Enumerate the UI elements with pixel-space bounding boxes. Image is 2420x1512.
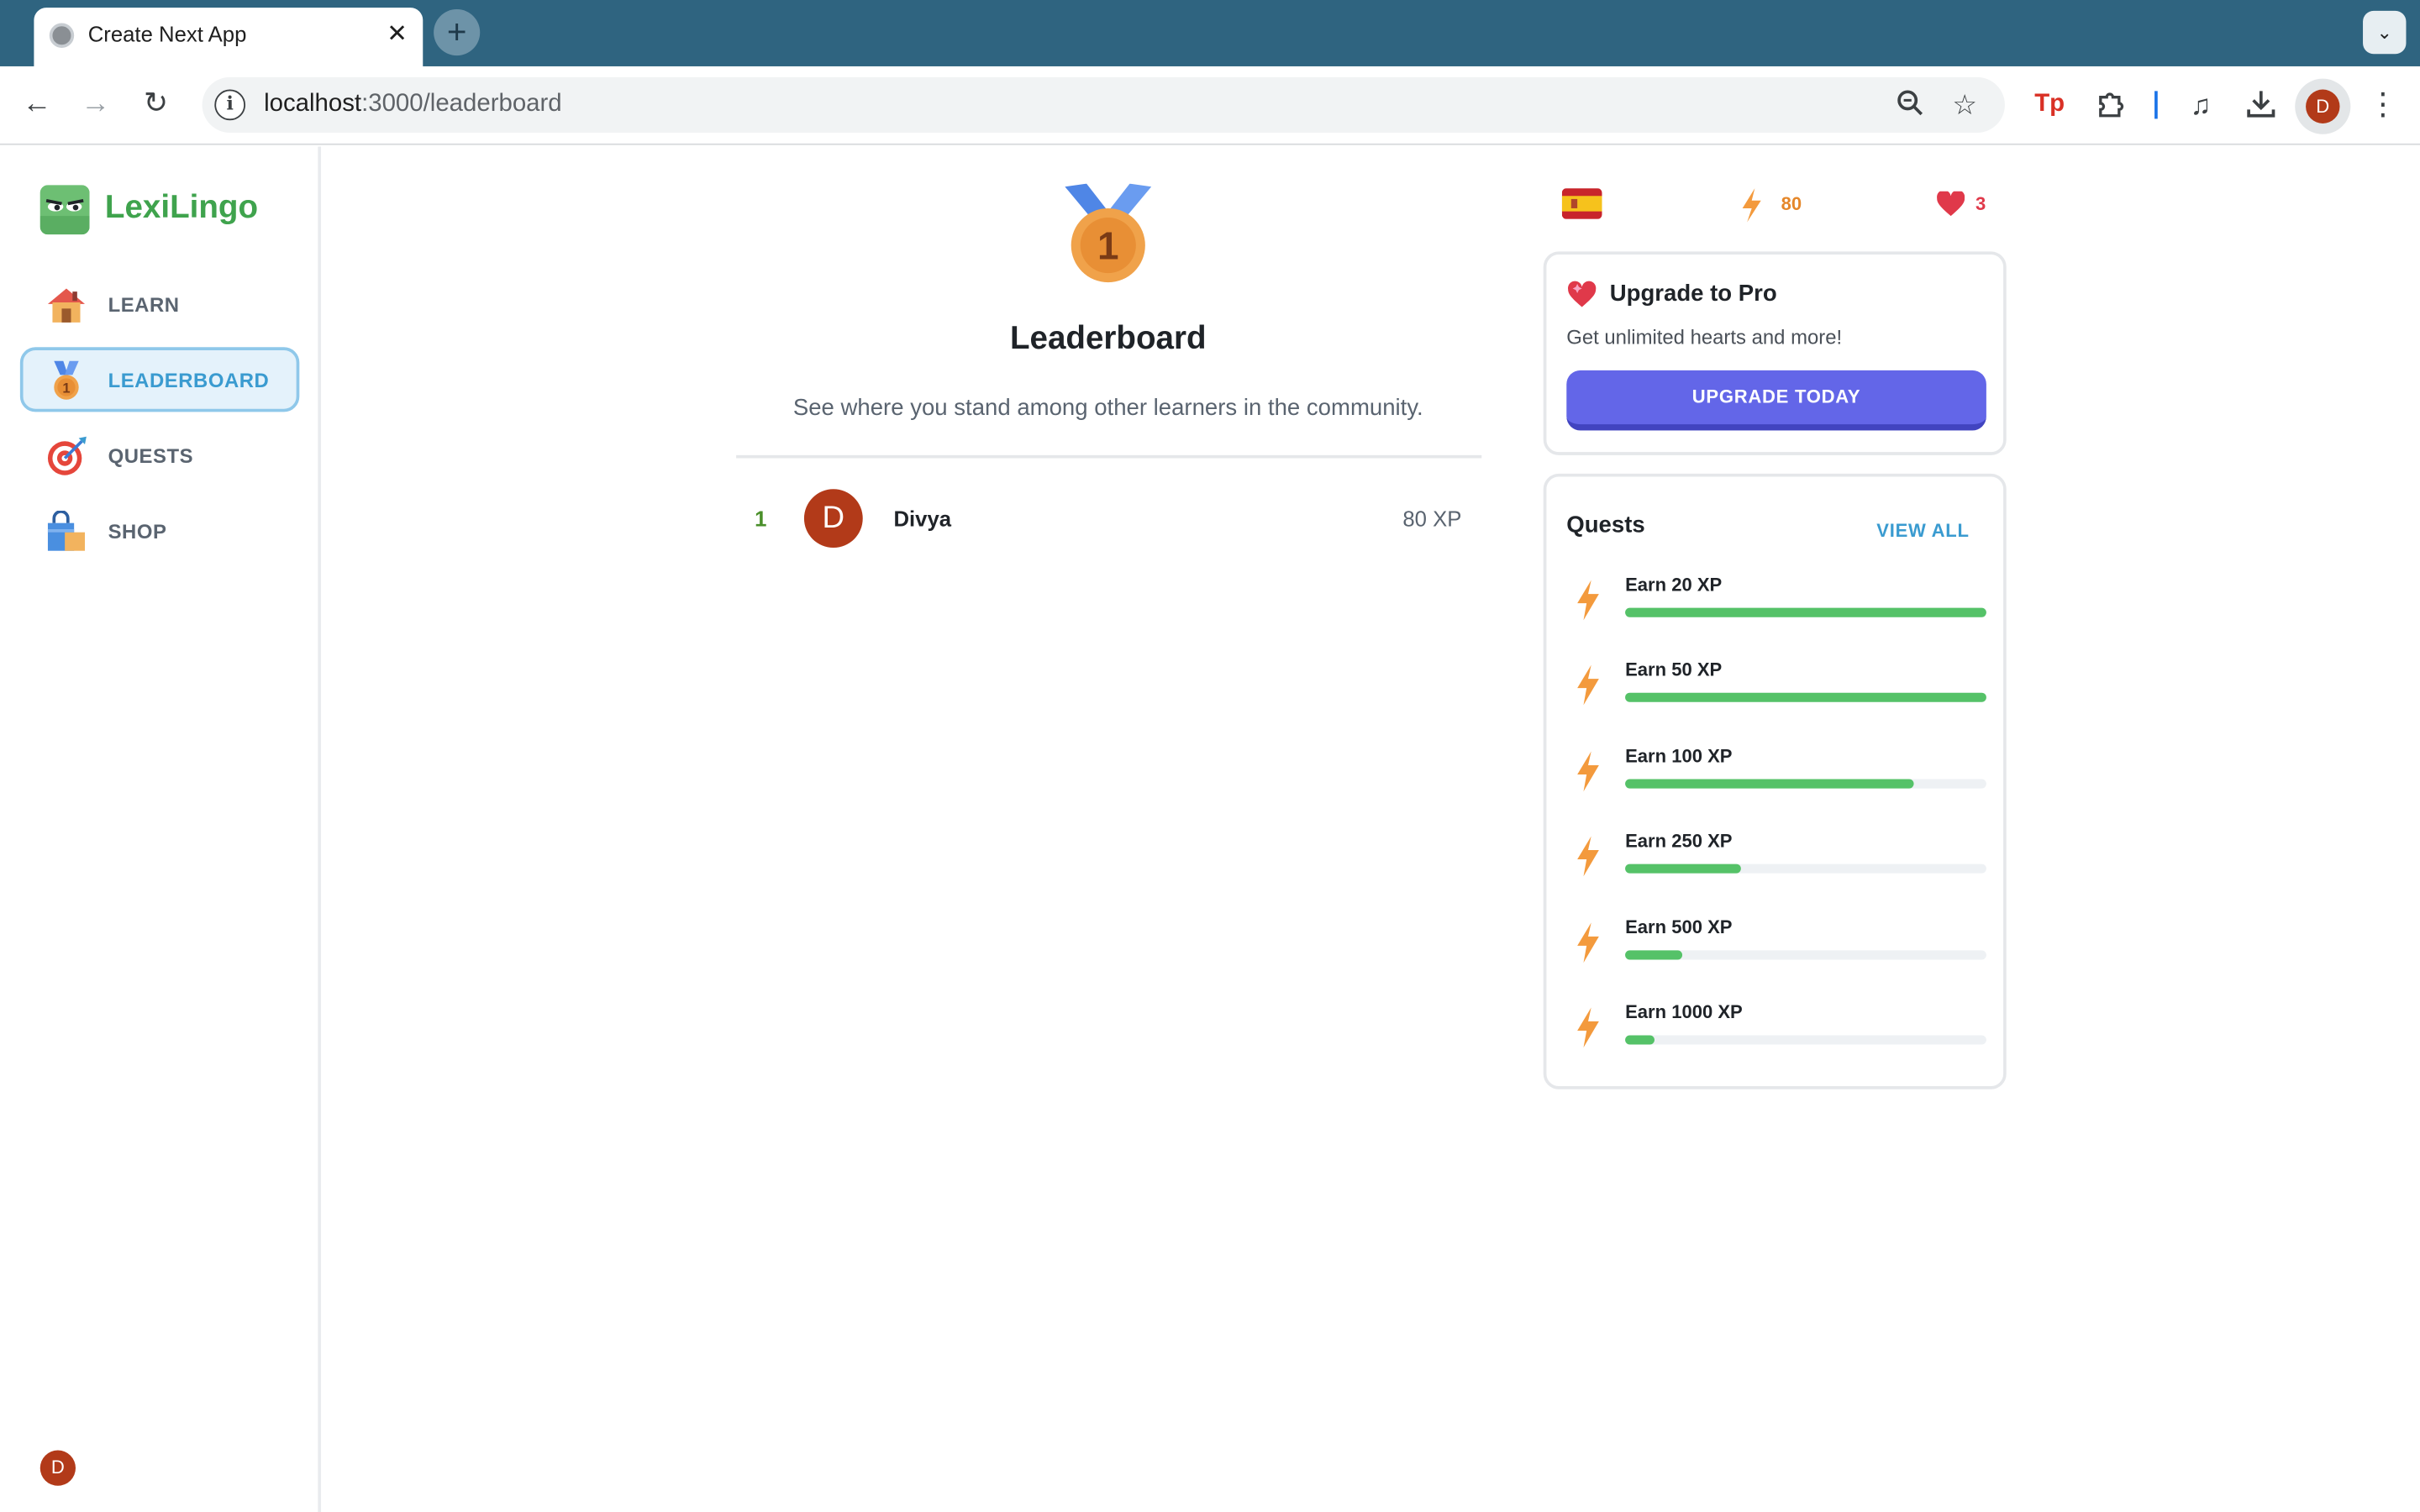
spain-flag-icon[interactable] [1561,188,1602,219]
divider [736,454,1482,459]
quest-label: Earn 250 XP [1625,830,1733,852]
back-arrow-icon[interactable]: ← [20,88,54,122]
quest-item: Earn 50 XP [1566,659,1986,720]
media-controls-icon[interactable]: ♫ [2182,87,2219,123]
quest-label: Earn 20 XP [1625,574,1723,596]
quest-item: Earn 250 XP [1566,830,1986,891]
xp-value: 80 [1781,192,1802,215]
sidebar-item-quests[interactable]: QUESTS [20,423,299,487]
quest-label: Earn 50 XP [1625,659,1723,681]
svg-text:1: 1 [62,380,70,396]
quest-progress-fill [1625,607,1986,617]
extension-tp-icon[interactable]: Tp [2031,87,2068,123]
browser-tab[interactable]: Create Next App ✕ [34,8,424,66]
quest-label: Earn 100 XP [1625,745,1733,767]
quest-label: Earn 1000 XP [1625,1001,1743,1023]
rank-number: 1 [755,506,767,531]
quest-progress-fill [1625,864,1741,874]
zoom-icon[interactable] [1894,88,1928,122]
hearts-value: 3 [1975,192,1986,215]
user-name: Divya [893,506,952,531]
target-icon [45,435,87,478]
quest-item: Earn 500 XP [1566,916,1986,978]
quest-item: Earn 100 XP [1566,745,1986,806]
page-title: Leaderboard [1009,321,1207,357]
brand-name: LexiLingo [104,189,259,226]
quest-item: Earn 20 XP [1566,574,1986,635]
chevron-down-icon[interactable]: ⌄ [2363,10,2407,55]
sidebar-item-leaderboard[interactable]: 1 LEADERBOARD [19,347,300,412]
sidebar: LexiLingo LEARN 1 LEADERBOARD QUESTS SHO… [0,146,322,1512]
sidebar-item-label: LEADERBOARD [108,368,270,392]
house-icon [45,284,87,327]
bookmark-star-icon[interactable]: ☆ [1948,88,1981,122]
page-subtitle: See where you stand among other learners… [792,395,1423,422]
upgrade-title: Upgrade to Pro [1609,281,1777,307]
user-avatar[interactable]: D [39,1450,76,1486]
site-info-icon[interactable]: i [214,89,246,121]
upgrade-card: Upgrade to Pro Get unlimited hearts and … [1543,251,2007,455]
forward-arrow-icon[interactable]: → [79,88,113,122]
view-all-link[interactable]: VIEW ALL [1876,520,1969,542]
sidebar-item-label: QUESTS [108,444,194,468]
quest-progress-fill [1625,692,1986,702]
new-tab-button[interactable]: + [434,9,481,56]
download-icon[interactable] [2243,87,2280,123]
leaderboard-row[interactable]: 1 D Divya 80 XP [736,486,1481,551]
lightning-bolt-icon [1577,836,1599,877]
toolbar-separator [2154,91,2158,119]
quest-label: Earn 500 XP [1625,916,1733,938]
avatar: D [803,489,863,549]
quests-card: Quests VIEW ALL Earn 20 XP Earn 50 XP Ea… [1543,473,2007,1089]
address-bar[interactable]: i localhost:3000/leaderboard ☆ [202,76,2005,133]
kebab-menu-icon[interactable]: ⋮ [2365,87,2402,123]
upgrade-subtitle: Get unlimited hearts and more! [1566,325,1843,349]
profile-avatar[interactable]: D [2306,89,2340,123]
shopping-bag-icon [45,510,87,554]
lightning-bolt-icon [1577,1007,1599,1048]
sidebar-item-shop[interactable]: SHOP [20,498,299,563]
quest-progress-track [1625,1035,1986,1045]
quest-progress-track [1625,692,1986,702]
browser-tab-bar: Create Next App ✕ + ⌄ [0,0,2420,66]
globe-icon [49,23,75,48]
quest-progress-track [1625,950,1986,960]
tab-title: Create Next App [87,21,247,47]
lightning-bolt-icon [1577,664,1599,706]
lightning-bolt-icon [1577,922,1599,963]
quest-progress-track [1625,607,1986,617]
lightning-bolt-icon [1577,580,1599,621]
puzzle-extensions-icon[interactable] [2093,87,2130,123]
sparkle-heart-icon [1568,281,1597,307]
upgrade-today-button[interactable]: UPGRADE TODAY [1566,370,1986,431]
sidebar-item-label: LEARN [108,292,180,317]
xp-value: 80 XP [1402,506,1462,531]
main-content: 1 Leaderboard See where you stand among … [324,146,2420,1512]
quest-progress-track [1625,864,1986,874]
quests-title: Quests [1566,512,1645,539]
svg-text:1: 1 [1097,224,1119,268]
quest-progress-fill [1625,950,1683,960]
user-stats: 80 3 [1561,188,2007,223]
browser-toolbar: ← → ↻ i localhost:3000/leaderboard ☆ Tp … [0,66,2420,145]
quest-progress-fill [1625,1035,1655,1045]
medal-icon: 1 [45,360,87,402]
lightning-bolt-icon [1742,188,1761,223]
sidebar-item-label: SHOP [108,519,167,543]
quest-item: Earn 1000 XP [1566,1001,1986,1063]
close-icon[interactable]: ✕ [387,18,408,50]
url-text[interactable]: localhost:3000/leaderboard [264,91,562,118]
sidebar-item-learn[interactable]: LEARN [20,271,299,336]
lightning-bolt-icon [1577,751,1599,792]
mascot-logo-icon [39,185,90,235]
quest-progress-fill [1625,779,1914,789]
heart-icon [1937,191,1965,217]
reload-icon[interactable]: ↻ [139,88,172,122]
quest-progress-track [1625,779,1986,789]
medal-icon: 1 [1065,183,1152,286]
